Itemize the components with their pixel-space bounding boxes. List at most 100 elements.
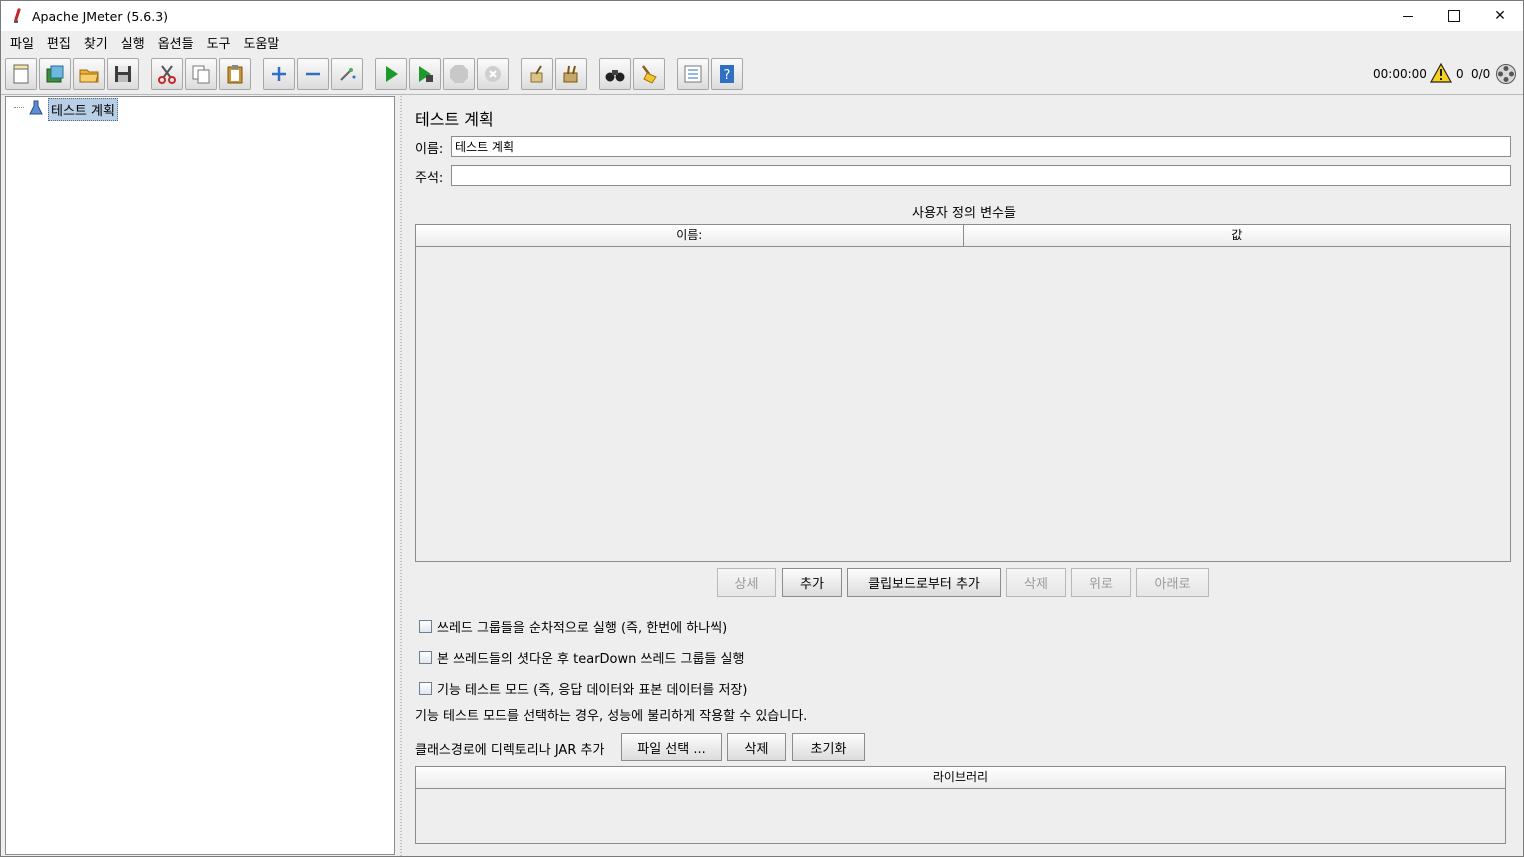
menu-help[interactable]: 도움말 <box>239 33 285 52</box>
menu-search[interactable]: 찾기 <box>79 33 113 52</box>
checkbox[interactable] <box>419 651 432 664</box>
maximize-button[interactable] <box>1431 1 1477 31</box>
clear-all-broom-icon <box>563 65 578 83</box>
clear-button[interactable] <box>521 58 553 90</box>
new-document-icon <box>13 64 29 84</box>
checkbox-label: 쓰레드 그룹들을 순차적으로 실행 (즉, 한번에 하나씩) <box>437 621 728 636</box>
classpath-label: 클래스경로에 디렉토리나 JAR 추가 <box>415 743 605 758</box>
search-button[interactable] <box>599 58 631 90</box>
panel-title: 테스트 계획 <box>415 110 494 129</box>
option-functional-test-mode[interactable]: 기능 테스트 모드 (즉, 응답 데이터와 표본 데이터를 저장) <box>419 679 747 698</box>
copy-button[interactable] <box>185 58 217 90</box>
save-button[interactable] <box>107 58 139 90</box>
table-header: 이름: 값 <box>416 225 1510 247</box>
toggle-wand-icon <box>340 68 356 81</box>
expand-all-button[interactable] <box>263 58 295 90</box>
save-disk-icon <box>115 66 131 82</box>
list-icon <box>684 65 702 83</box>
play-icon <box>386 66 398 82</box>
menu-bar: 파일 편집 찾기 실행 옵션들 도구 도움말 <box>1 31 1523 53</box>
clear-all-button[interactable] <box>555 58 587 90</box>
option-serialize-thread-groups[interactable]: 쓰레드 그룹들을 순차적으로 실행 (즉, 한번에 하나씩) <box>419 617 727 636</box>
delete-button[interactable]: 삭제 <box>1006 568 1066 597</box>
new-button[interactable] <box>5 58 37 90</box>
menu-edit[interactable]: 편집 <box>42 33 76 52</box>
shutdown-button[interactable] <box>477 58 509 90</box>
functional-mode-note: 기능 테스트 모드를 선택하는 경우, 성능에 불리하게 작용할 수 있습니다. <box>415 709 808 724</box>
tree-connector <box>14 107 24 108</box>
menu-run[interactable]: 실행 <box>116 33 150 52</box>
cut-button[interactable] <box>151 58 183 90</box>
warning-count: 0 <box>1456 67 1464 81</box>
close-button[interactable]: ✕ <box>1477 1 1523 31</box>
clear-broom-icon <box>530 65 543 83</box>
start-no-pauses-button[interactable] <box>409 58 441 90</box>
collapse-all-button[interactable] <box>297 58 329 90</box>
window-controls: ✕ <box>1385 1 1523 31</box>
table-button-row: 상세 추가 클립보드로부터 추가 삭제 위로 아래로 <box>405 568 1523 598</box>
templates-icon <box>46 65 64 83</box>
menu-tools[interactable]: 도구 <box>202 33 236 52</box>
checkbox-label: 기능 테스트 모드 (즉, 응답 데이터와 표본 데이터를 저장) <box>437 683 748 698</box>
add-from-clipboard-button[interactable]: 클립보드로부터 추가 <box>847 568 1001 597</box>
comment-field[interactable] <box>451 165 1511 186</box>
down-button[interactable]: 아래로 <box>1136 568 1209 597</box>
toolbar: ? 00:00:00 0 0/0 <box>1 55 1523 95</box>
play-no-pause-icon <box>419 66 433 82</box>
open-button[interactable] <box>73 58 105 90</box>
running-indicator-icon <box>1496 64 1516 84</box>
classpath-delete-button[interactable]: 삭제 <box>727 733 786 761</box>
column-header-library[interactable]: 라이브러리 <box>416 767 1505 789</box>
browse-file-button[interactable]: 파일 선택 ... <box>621 733 722 761</box>
open-folder-icon <box>79 69 99 83</box>
column-header-name[interactable]: 이름: <box>416 225 964 247</box>
tree-node-test-plan[interactable]: 테스트 계획 <box>48 98 118 121</box>
menu-file[interactable]: 파일 <box>5 33 39 52</box>
active-threads-count: 0/0 <box>1471 67 1491 81</box>
test-plan-editor: 테스트 계획 이름: 주석: 사용자 정의 변수들 이름: 값 상세 추가 클립… <box>405 96 1523 856</box>
name-field[interactable] <box>451 136 1511 157</box>
library-table[interactable]: 라이브러리 <box>415 766 1506 844</box>
reset-search-button[interactable] <box>633 58 665 90</box>
title-bar: Apache JMeter (5.6.3) ✕ <box>1 1 1523 31</box>
jmeter-feather-icon <box>11 8 25 24</box>
reset-search-broom-icon <box>642 65 657 84</box>
option-teardown-after-shutdown[interactable]: 본 쓰레드들의 셧다운 후 tearDown 쓰레드 그룹들 실행 <box>419 648 744 667</box>
toggle-button[interactable] <box>331 58 363 90</box>
column-header-value[interactable]: 값 <box>963 225 1510 247</box>
paste-clipboard-icon <box>227 65 243 84</box>
comment-label: 주석: <box>415 171 444 186</box>
templates-button[interactable] <box>39 58 71 90</box>
checkbox[interactable] <box>419 620 432 633</box>
stop-button[interactable] <box>443 58 475 90</box>
paste-button[interactable] <box>219 58 251 90</box>
name-label: 이름: <box>415 142 444 157</box>
menu-options[interactable]: 옵션들 <box>153 33 199 52</box>
copy-icon <box>192 65 210 84</box>
split-pane-divider[interactable] <box>397 96 405 856</box>
plus-icon <box>272 67 286 81</box>
user-defined-variables-table[interactable]: 이름: 값 <box>415 224 1511 562</box>
test-plan-flask-icon <box>29 100 43 115</box>
start-button[interactable] <box>375 58 407 90</box>
classpath-clear-button[interactable]: 초기화 <box>792 733 865 761</box>
user-defined-variables-title: 사용자 정의 변수들 <box>912 206 1016 221</box>
help-icon: ? <box>720 65 734 83</box>
shutdown-icon <box>485 66 501 82</box>
warning-icon[interactable] <box>1430 63 1452 83</box>
checkbox-label: 본 쓰레드들의 셧다운 후 tearDown 쓰레드 그룹들 실행 <box>437 652 745 667</box>
checkbox[interactable] <box>419 682 432 695</box>
minimize-button[interactable] <box>1385 1 1431 31</box>
binoculars-icon <box>605 70 625 82</box>
elapsed-time: 00:00:00 <box>1373 67 1427 81</box>
svg-text:?: ? <box>724 68 731 83</box>
function-helper-button[interactable] <box>677 58 709 90</box>
minus-icon <box>306 72 320 76</box>
detail-button[interactable]: 상세 <box>717 568 776 597</box>
add-button[interactable]: 추가 <box>782 568 842 597</box>
up-button[interactable]: 위로 <box>1071 568 1131 597</box>
help-button[interactable]: ? <box>711 58 743 90</box>
stop-icon <box>450 65 468 83</box>
jmeter-window: Apache JMeter (5.6.3) ✕ 파일 편집 찾기 실행 옵션들 … <box>0 0 1524 857</box>
scissors-icon <box>158 65 176 84</box>
